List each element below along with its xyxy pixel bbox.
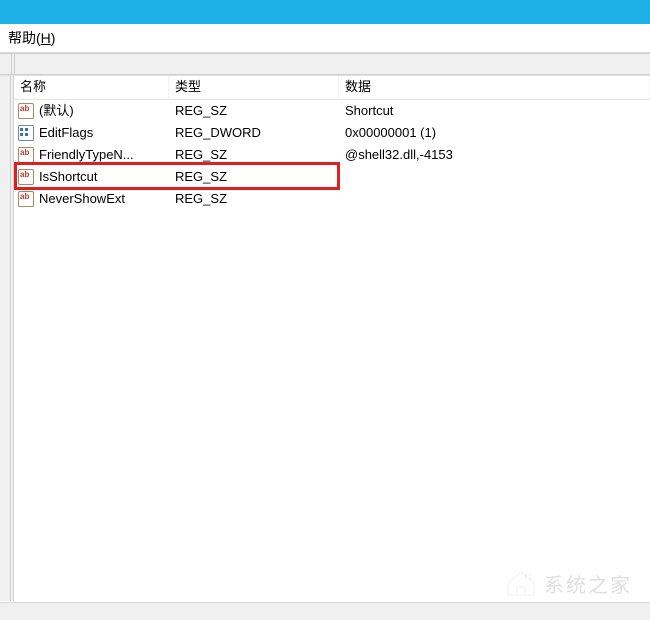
reg-string-icon bbox=[18, 191, 34, 207]
value-type: REG_SZ bbox=[169, 100, 339, 122]
value-data: Shortcut bbox=[339, 100, 650, 122]
column-headers[interactable]: 名称 类型 数据 bbox=[14, 76, 650, 100]
menu-help[interactable]: 帮助(H) bbox=[8, 30, 55, 46]
reg-string-icon bbox=[18, 147, 34, 163]
reg-dword-icon bbox=[18, 125, 34, 141]
table-row[interactable]: NeverShowExt REG_SZ bbox=[14, 188, 650, 210]
value-name: EditFlags bbox=[39, 122, 93, 144]
value-type: REG_SZ bbox=[169, 188, 339, 210]
rows-container: (默认) REG_SZ Shortcut EditFlags REG_DWORD… bbox=[14, 100, 650, 210]
value-name: IsShortcut bbox=[39, 166, 98, 188]
table-row[interactable]: IsShortcut REG_SZ bbox=[14, 166, 650, 188]
value-data bbox=[339, 188, 650, 210]
pane-splitter[interactable] bbox=[0, 76, 14, 601]
table-row[interactable]: (默认) REG_SZ Shortcut bbox=[14, 100, 650, 122]
column-header-name[interactable]: 名称 bbox=[14, 76, 169, 99]
content-area: 名称 类型 数据 (默认) REG_SZ Shortcut EditFlags … bbox=[0, 75, 650, 601]
divider bbox=[11, 54, 12, 74]
value-type: REG_SZ bbox=[169, 166, 339, 188]
value-type: REG_DWORD bbox=[169, 122, 339, 144]
registry-listview[interactable]: 名称 类型 数据 (默认) REG_SZ Shortcut EditFlags … bbox=[14, 76, 650, 601]
address-bar[interactable] bbox=[0, 53, 650, 75]
window-titlebar bbox=[0, 0, 650, 24]
table-row[interactable]: FriendlyTypeN... REG_SZ @shell32.dll,-41… bbox=[14, 144, 650, 166]
value-name: NeverShowExt bbox=[39, 188, 125, 210]
value-data: @shell32.dll,-4153 bbox=[339, 144, 650, 166]
value-type: REG_SZ bbox=[169, 144, 339, 166]
column-header-type[interactable]: 类型 bbox=[169, 76, 339, 99]
value-name: (默认) bbox=[39, 100, 74, 122]
reg-string-icon bbox=[18, 103, 34, 119]
value-data: 0x00000001 (1) bbox=[339, 122, 650, 144]
value-name: FriendlyTypeN... bbox=[39, 144, 134, 166]
divider bbox=[14, 54, 15, 74]
statusbar bbox=[0, 602, 650, 620]
reg-string-icon bbox=[18, 169, 34, 185]
table-row[interactable]: EditFlags REG_DWORD 0x00000001 (1) bbox=[14, 122, 650, 144]
value-data bbox=[339, 166, 650, 188]
menubar[interactable]: 帮助(H) bbox=[0, 24, 650, 53]
column-header-data[interactable]: 数据 bbox=[339, 76, 650, 99]
